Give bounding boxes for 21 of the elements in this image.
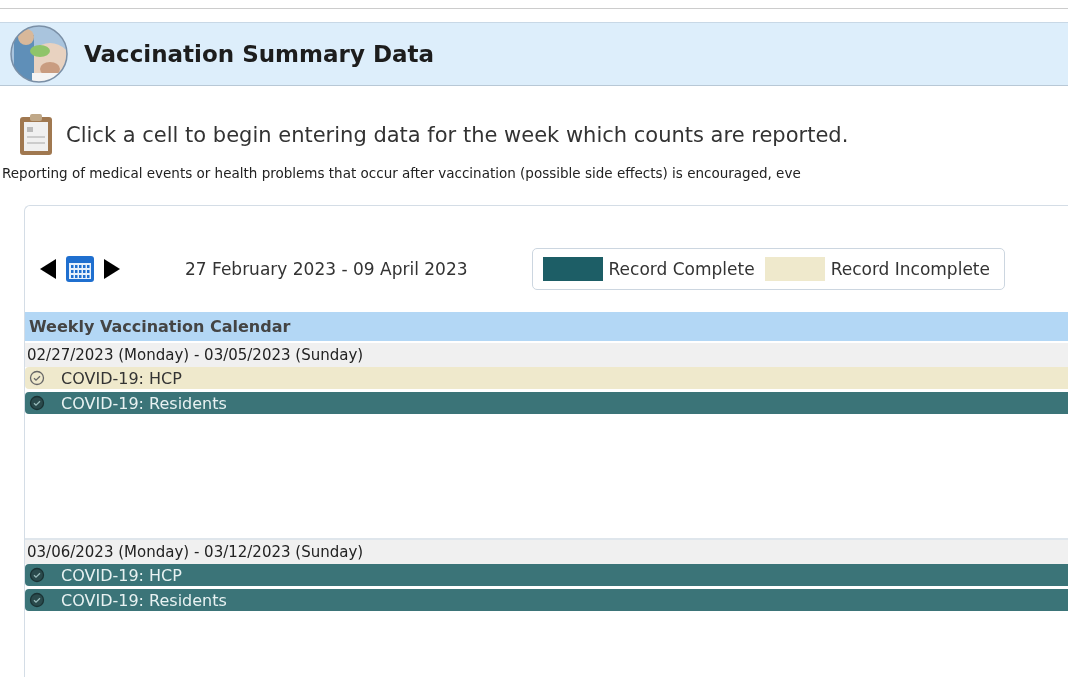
legend-label: Record Complete: [608, 259, 755, 279]
next-icon[interactable]: [103, 258, 121, 280]
legend-label: Record Incomplete: [830, 259, 990, 279]
check-circle-icon: [29, 370, 45, 386]
previous-icon[interactable]: [39, 258, 57, 280]
clipboard-icon: [18, 113, 54, 157]
check-circle-icon: [29, 395, 45, 411]
record-row[interactable]: COVID-19: Residents: [25, 392, 1068, 414]
record-row[interactable]: COVID-19: Residents: [25, 589, 1068, 611]
record-row[interactable]: COVID-19: HCP: [25, 367, 1068, 389]
week-range: 02/27/2023 (Monday) - 03/05/2023 (Sunday): [25, 343, 1068, 367]
instruction-text: Click a cell to begin entering data for the week which counts are reported.: [66, 123, 849, 147]
check-circle-icon: [29, 592, 45, 608]
note-text: Reporting of medical events or health problems that occur after vaccination (possible side effects) is encouraged, eve: [2, 165, 802, 181]
page-title: Vaccination Summary Data: [84, 41, 435, 67]
date-range: 27 February 2023 - 09 April 2023: [185, 259, 468, 279]
week-range: 03/06/2023 (Monday) - 03/12/2023 (Sunday): [25, 540, 1068, 564]
calendar-title: Weekly Vaccination Calendar: [25, 312, 1068, 343]
check-circle-icon: [29, 567, 45, 583]
record-row[interactable]: COVID-19: HCP: [25, 564, 1068, 586]
calendar-icon[interactable]: [65, 255, 95, 283]
